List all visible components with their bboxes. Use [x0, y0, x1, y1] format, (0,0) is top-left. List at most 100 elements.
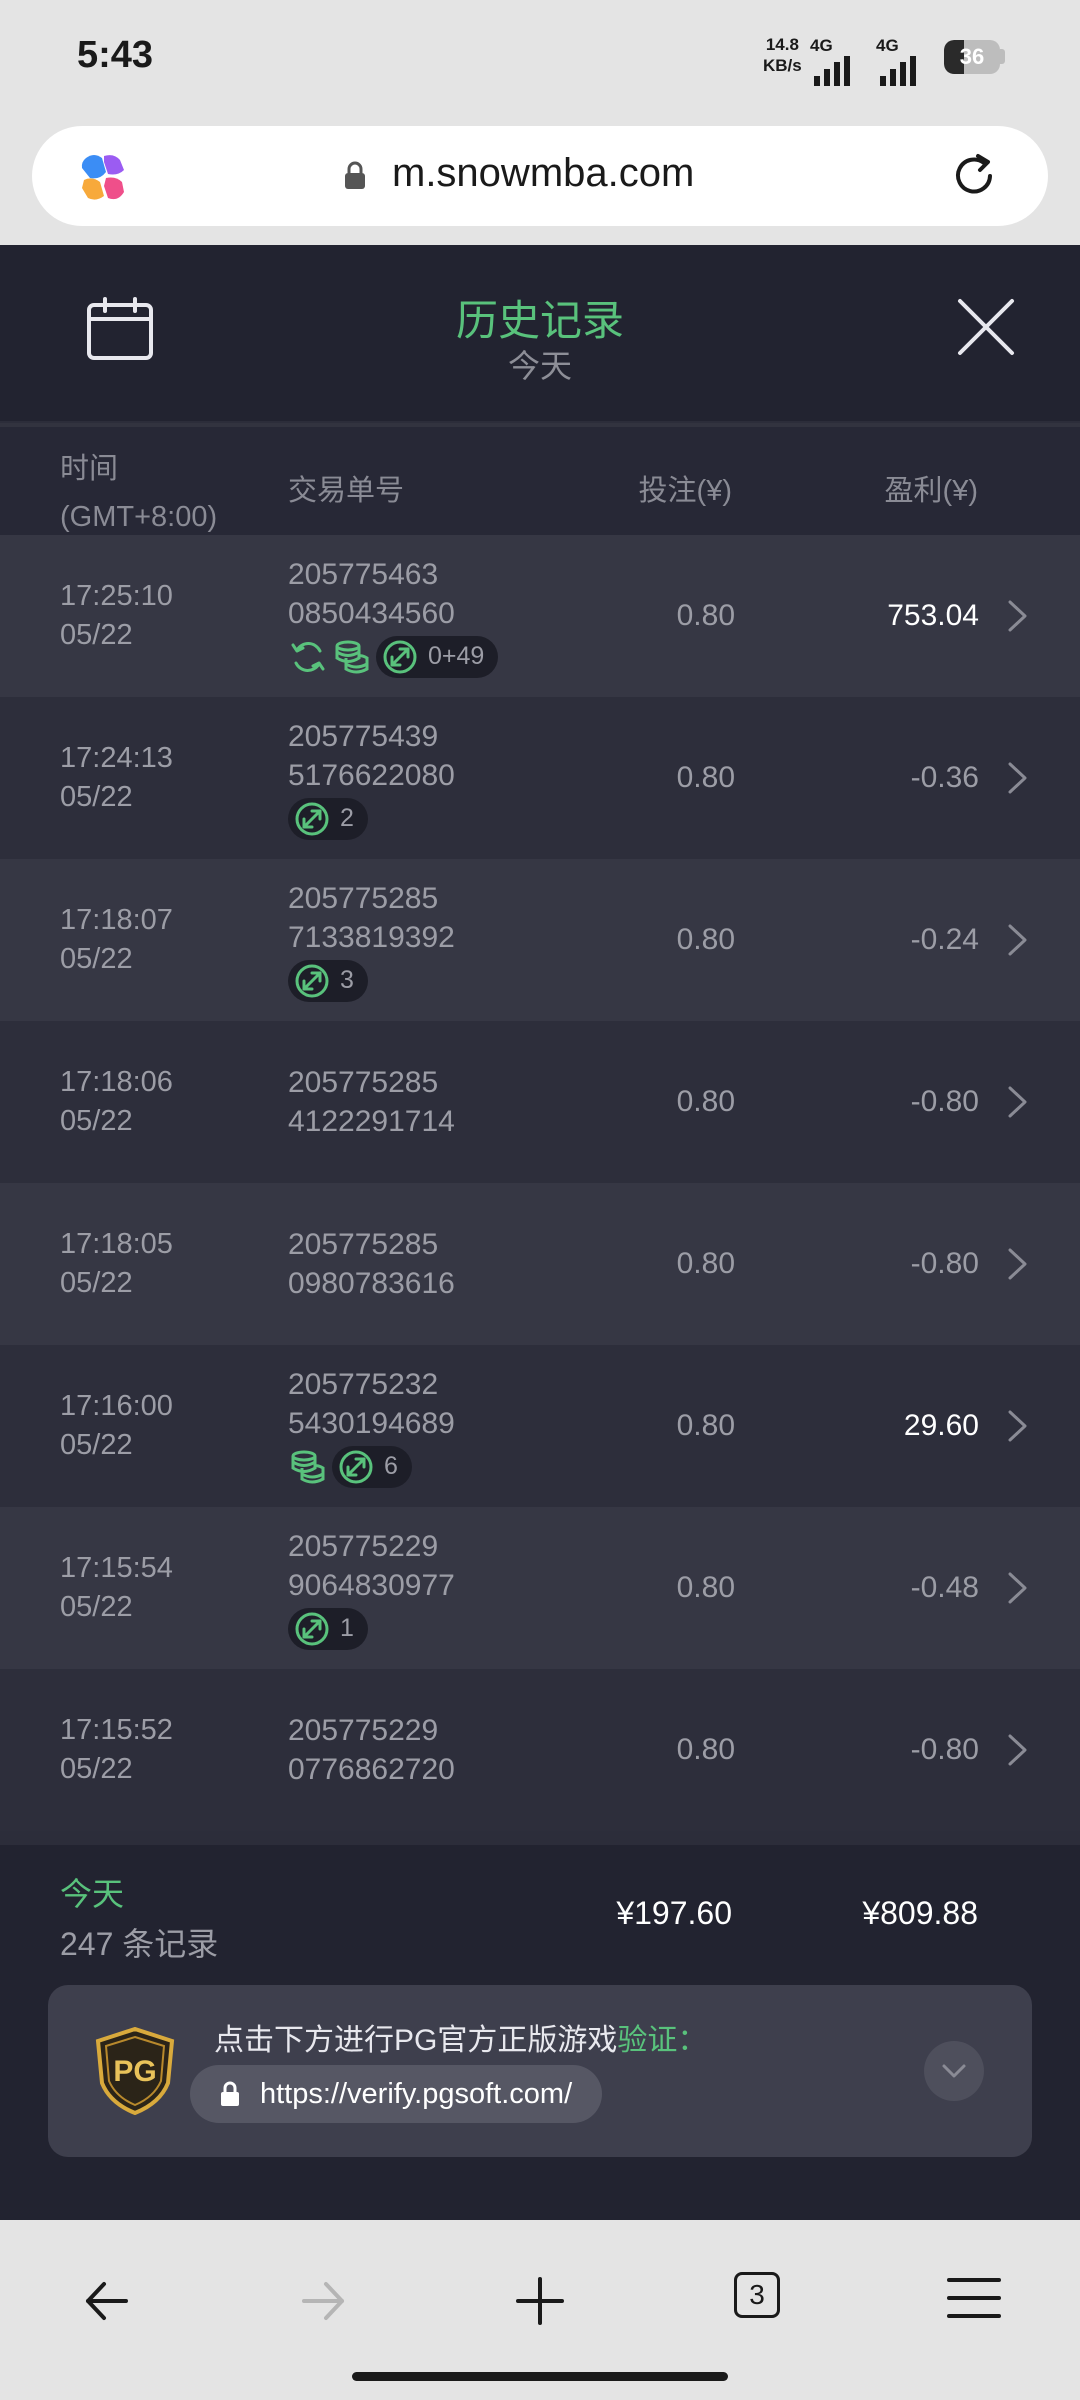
row-order-id-part2: 5176622080: [288, 758, 455, 792]
history-row[interactable]: 17:24:13 05/22 205775439 5176622080 2 0.80 -0.…: [0, 697, 1080, 859]
verify-message-text: 点击下方进行PG官方正版游戏: [214, 2024, 618, 2057]
battery-level: 36: [959, 44, 985, 69]
browser-address-bar[interactable]: m.snowmba.com: [32, 126, 1048, 226]
row-order-id-cell: 205775285 4122291714: [288, 1021, 455, 1183]
row-order-id-cell: 205775463 0850434560 0+49: [288, 535, 499, 697]
column-timezone-label: (GMT+8:00): [60, 501, 218, 533]
row-feature-tags: 3: [288, 959, 455, 1002]
close-icon[interactable]: [956, 297, 1016, 357]
row-bet: 0.80: [676, 761, 735, 794]
history-row[interactable]: 17:15:54 05/22 205775229 9064830977 1 0.80 -0.…: [0, 1507, 1080, 1669]
history-row[interactable]: 17:16:00 05/22 205775232 5430194689 6 0.80 29.…: [0, 1345, 1080, 1507]
summary-footer: 今天 247 条记录 ¥197.60 ¥809.88 PG 点击下方进行PG官方…: [0, 1845, 1080, 2220]
network-speed: 14.8 KB/s: [763, 34, 802, 76]
row-time: 17:15:54: [60, 1552, 173, 1584]
chevron-right-icon[interactable]: [1006, 761, 1030, 795]
row-profit: -0.24: [910, 923, 979, 956]
free-spin-count: 1: [340, 1614, 354, 1642]
history-row[interactable]: 17:18:06 05/22 205775285 4122291714 0.80 -0.8…: [0, 1021, 1080, 1183]
history-row[interactable]: 17:18:05 05/22 205775285 0980783616 0.80 -0.8…: [0, 1183, 1080, 1345]
column-order-id: 交易单号: [288, 475, 405, 507]
row-date: 05/22: [60, 1105, 133, 1137]
free-spin-count: 2: [340, 804, 354, 832]
free-spin-pill: 6: [332, 1445, 412, 1488]
row-order-id-part1: 205775285: [288, 881, 439, 915]
verify-link[interactable]: https://verify.pgsoft.com/: [190, 2065, 603, 2123]
sim1-network-label: 4G: [810, 36, 833, 55]
row-feature-tags: 1: [288, 1607, 455, 1650]
respin-icon: [291, 641, 325, 672]
collapse-banner-button[interactable]: [924, 2041, 984, 2101]
network-speed-value: 14.8: [765, 35, 799, 54]
row-bet: 0.80: [676, 923, 735, 956]
menu-icon[interactable]: [947, 2276, 1001, 2320]
row-profit: -0.36: [910, 761, 979, 794]
chevron-right-icon[interactable]: [1006, 923, 1030, 957]
row-profit: -0.80: [910, 1733, 979, 1766]
pg-shield-logo-icon: PG: [95, 2027, 175, 2115]
chevron-right-icon[interactable]: [1006, 599, 1030, 633]
row-time: 17:15:52: [60, 1714, 173, 1746]
chevron-right-icon[interactable]: [1006, 1085, 1030, 1119]
row-order-id-part1: 205775232: [288, 1367, 439, 1401]
row-date: 05/22: [60, 1753, 133, 1785]
status-time: 5:43: [77, 34, 154, 76]
status-bar: 5:43 14.8 KB/s 4G 4G 36: [0, 0, 1080, 115]
browser-bottom-nav: 3: [0, 2220, 1080, 2400]
lock-icon: [345, 161, 365, 189]
free-spin-pill: 0+49: [376, 635, 499, 678]
chevron-right-icon[interactable]: [1006, 1247, 1030, 1281]
forward-arrow-icon[interactable]: [298, 2276, 348, 2326]
page-title: 历史记录: [455, 297, 624, 344]
row-order-id-part1: 205775229: [288, 1529, 439, 1563]
free-spin-count: 3: [340, 966, 354, 994]
row-order-id-part1: 205775463: [288, 557, 439, 591]
row-time-cell: 17:25:10 05/22: [60, 535, 173, 697]
chevron-right-icon[interactable]: [1006, 1409, 1030, 1443]
free-spin-icon: [295, 1612, 329, 1645]
summary-record-count: 247 条记录: [60, 1926, 219, 1962]
reload-icon[interactable]: [948, 150, 1000, 202]
history-row[interactable]: 17:18:07 05/22 205775285 7133819392 3 0.80 -0.…: [0, 859, 1080, 1021]
row-profit: -0.48: [910, 1571, 979, 1604]
row-order-id-part2: 0776862720: [288, 1753, 455, 1786]
column-bet: 投注(¥): [638, 475, 732, 507]
row-order-id-cell: 205775229 9064830977 1: [288, 1507, 455, 1669]
row-date: 05/22: [60, 1591, 133, 1623]
copilot-icon[interactable]: [76, 150, 130, 204]
row-order-id-part2: 4122291714: [288, 1105, 455, 1138]
verify-message-highlight: 验证：: [617, 2024, 708, 2057]
row-profit: -0.80: [910, 1247, 979, 1280]
row-order-id-part2: 7133819392: [288, 920, 455, 954]
url-text[interactable]: m.snowmba.com: [392, 151, 694, 196]
sim2-network-label: 4G: [876, 36, 899, 55]
chevron-right-icon[interactable]: [1006, 1733, 1030, 1767]
row-feature-tags: 6: [288, 1445, 455, 1488]
history-panel: 历史记录 今天 时间 (GMT+8:00) 交易单号 投注(¥) 盈利(¥) 1…: [0, 245, 1080, 2220]
chevron-right-icon[interactable]: [1006, 1571, 1030, 1605]
row-time-cell: 17:18:05 05/22: [60, 1183, 173, 1345]
network-speed-unit: KB/s: [763, 56, 802, 75]
free-spin-icon: [339, 1450, 373, 1483]
free-spin-pill: 1: [288, 1607, 368, 1650]
row-time-cell: 17:24:13 05/22: [60, 697, 173, 859]
verify-link-text[interactable]: https://verify.pgsoft.com/: [260, 2078, 572, 2110]
home-indicator[interactable]: [352, 2372, 728, 2381]
link-lock-icon: [221, 2081, 239, 2106]
row-time-cell: 17:18:07 05/22: [60, 859, 173, 1021]
history-list: 17:25:10 05/22 205775463 0850434560 0+49 0.80…: [0, 535, 1080, 1831]
new-tab-plus-icon[interactable]: [515, 2276, 565, 2326]
history-row[interactable]: 17:25:10 05/22 205775463 0850434560 0+49 0.80…: [0, 535, 1080, 697]
row-date: 05/22: [60, 943, 133, 975]
row-order-id-part1: 205775229: [288, 1714, 439, 1747]
history-row[interactable]: 17:15:52 05/22 205775229 0776862720 0.80 -0.8…: [0, 1669, 1080, 1831]
row-order-id-cell: 205775232 5430194689 6: [288, 1345, 455, 1507]
tabs-button[interactable]: 3: [734, 2272, 780, 2318]
free-spin-icon: [295, 964, 329, 997]
row-feature-tags: 2: [288, 797, 455, 840]
row-date: 05/22: [60, 619, 133, 651]
row-time: 17:18:07: [60, 904, 173, 936]
back-arrow-icon[interactable]: [82, 2276, 132, 2326]
date-filter-label: 今天: [507, 348, 572, 384]
free-spin-count: 0+49: [428, 642, 485, 670]
